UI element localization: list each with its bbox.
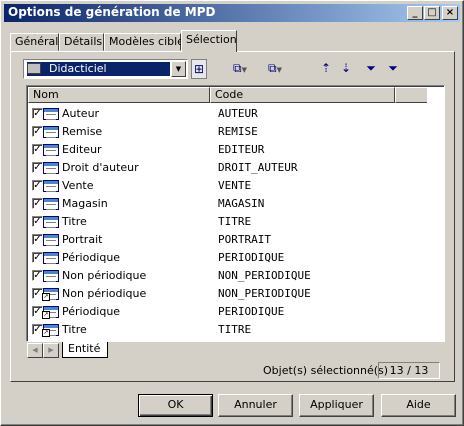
shortcut-icon: ↗ [42, 329, 50, 337]
tab-selection[interactable]: Sélection [181, 30, 237, 52]
ok-button[interactable]: OK [138, 394, 213, 417]
dialog-window: Options de génération de MPD _ □ × Génér… [0, 0, 464, 426]
close-icon[interactable]: × [442, 6, 458, 20]
selection-panel [10, 51, 455, 382]
tab-target-models[interactable]: Modèles cible [104, 33, 184, 51]
shortcut-icon: ↗ [42, 311, 50, 319]
window-title: Options de génération de MPD [8, 5, 216, 19]
shortcut-icon: ↗ [42, 293, 50, 301]
model-icon [27, 63, 41, 74]
title-bar[interactable]: Options de génération de MPD _ □ × [4, 4, 460, 22]
help-button[interactable]: Aide [381, 394, 456, 417]
cancel-button[interactable]: Annuler [218, 394, 293, 417]
minimize-icon[interactable]: _ [407, 6, 423, 20]
tab-general[interactable]: Général [10, 33, 59, 51]
apply-button[interactable]: Appliquer [299, 394, 374, 417]
tab-details[interactable]: Détails [59, 33, 104, 51]
maximize-icon[interactable]: □ [424, 6, 440, 20]
